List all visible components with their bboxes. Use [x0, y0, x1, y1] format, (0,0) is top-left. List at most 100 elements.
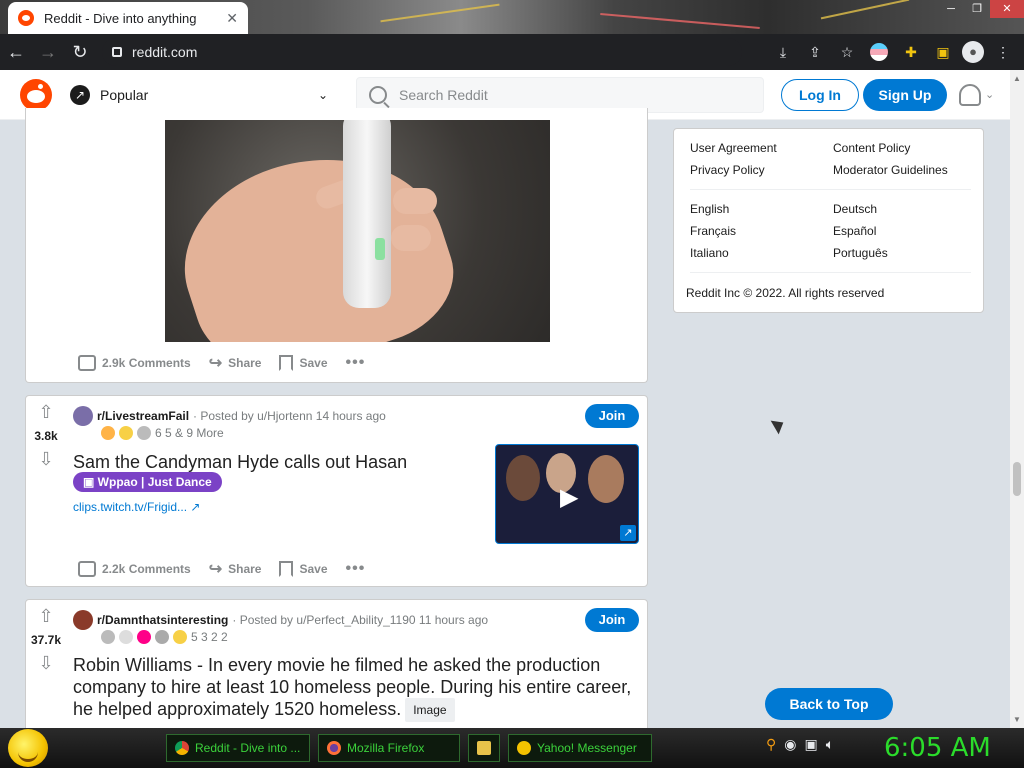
bookmark-icon	[279, 355, 294, 371]
language-french[interactable]: Français	[690, 220, 736, 242]
subreddit-link[interactable]: r/Damnthatsinteresting	[97, 613, 228, 627]
reload-icon[interactable]: ↻	[64, 36, 96, 68]
chevron-down-icon: ⌄	[985, 89, 995, 101]
upvote-arrow-icon[interactable]: ⇧	[26, 606, 66, 627]
scroll-up-icon[interactable]: ▲	[1013, 74, 1021, 83]
language-english[interactable]: English	[690, 198, 736, 220]
comments-button[interactable]: 2.2k Comments	[78, 561, 191, 577]
task-label: Reddit - Dive into ...	[195, 741, 301, 755]
vote-column: ⇧ 37.7k ⇩	[26, 600, 66, 674]
scroll-down-icon[interactable]: ▼	[1013, 715, 1021, 724]
bookmark-star-icon[interactable]: ☆	[834, 39, 860, 65]
maximize-icon[interactable]: ❐	[964, 0, 990, 18]
scrollbar-thumb[interactable]	[1013, 462, 1021, 496]
back-arrow-icon[interactable]: ←	[0, 36, 32, 68]
signup-button[interactable]: Sign Up	[863, 78, 947, 111]
search-tray-icon[interactable]: ⚲	[766, 736, 776, 753]
language-spanish[interactable]: Español	[833, 220, 888, 242]
post-flair[interactable]: ▣ Wppao | Just Dance	[73, 472, 222, 492]
minimize-icon[interactable]: ─	[938, 0, 964, 18]
post-meta: r/LivestreamFail · Posted by u/Hjortenn …	[73, 406, 386, 426]
post-awards[interactable]: 5 3 2 2	[101, 630, 228, 644]
window-controls: ─ ❐ ✕	[938, 0, 1024, 20]
post-actions: 2.2k Comments ↪ Share Save •••	[78, 559, 365, 579]
post-card[interactable]: ⇧ 3.8k ⇩ r/LivestreamFail · Posted by u/…	[25, 395, 648, 587]
profile-avatar-icon[interactable]: ●	[962, 41, 984, 63]
wholesome-award-icon	[119, 630, 133, 644]
network-icon[interactable]: ▣	[804, 736, 817, 753]
page-scrollbar[interactable]: ▲ ▼	[1010, 70, 1024, 728]
language-portuguese[interactable]: Português	[833, 242, 888, 264]
popular-arrow-icon: ↗	[70, 84, 90, 105]
search-placeholder: Search Reddit	[399, 86, 488, 103]
close-window-icon[interactable]: ✕	[990, 0, 1024, 18]
reddit-logo-icon[interactable]	[20, 78, 52, 111]
rocket-award-icon	[101, 426, 115, 440]
taskbar-item-folder[interactable]	[468, 734, 500, 762]
subreddit-link[interactable]: r/LivestreamFail	[97, 409, 189, 423]
taskbar-item-firefox[interactable]: Mozilla Firefox	[318, 734, 460, 762]
taskbar-item-chrome[interactable]: Reddit - Dive into ...	[166, 734, 310, 762]
forward-arrow-icon[interactable]: →	[32, 36, 64, 68]
taskbar-item-yahoo-messenger[interactable]: Yahoo! Messenger	[508, 734, 652, 762]
browser-menu-icon[interactable]: ⋮	[990, 39, 1016, 65]
content-policy-link[interactable]: Content Policy	[833, 137, 948, 159]
save-button[interactable]: Save	[279, 561, 328, 577]
subreddit-icon[interactable]	[73, 610, 93, 630]
privacy-policy-link[interactable]: Privacy Policy	[690, 159, 777, 181]
downvote-arrow-icon[interactable]: ⇩	[26, 653, 66, 674]
browser-tab-reddit[interactable]: Reddit - Dive into anything ✕	[8, 2, 248, 34]
subreddit-icon[interactable]	[73, 406, 93, 426]
copyright-text: Reddit Inc © 2022. All rights reserved	[686, 286, 885, 300]
share-button[interactable]: ↪ Share	[209, 353, 262, 373]
bookmark-icon	[279, 561, 294, 577]
external-link[interactable]: clips.twitch.tv/Frigid... ↗	[73, 500, 200, 514]
posted-by[interactable]: · Posted by u/Hjortenn 14 hours ago	[193, 409, 386, 423]
share-button[interactable]: ↪ Share	[209, 559, 262, 579]
login-button[interactable]: Log In	[781, 78, 859, 111]
taskbar-clock[interactable]: 6:05 AM	[884, 733, 991, 763]
close-tab-icon[interactable]: ✕	[226, 10, 238, 27]
thumbnail-person	[588, 455, 624, 503]
reddit-favicon-icon	[18, 10, 34, 26]
silver-award-icon	[137, 426, 151, 440]
side-panel-icon[interactable]: ▣	[930, 39, 956, 65]
extensions-puzzle-icon[interactable]: ✚	[898, 39, 924, 65]
post-card[interactable]: 2.9k Comments ↪ Share Save •••	[25, 108, 648, 383]
share-icon: ↪	[208, 355, 223, 372]
post-title[interactable]: Robin Williams - In every movie he filme…	[73, 654, 633, 723]
silver-award-icon	[101, 630, 115, 644]
language-italian[interactable]: Italiano	[690, 242, 736, 264]
image-pen	[343, 120, 391, 308]
extension-flag-icon[interactable]	[870, 43, 888, 61]
back-to-top-button[interactable]: Back to Top	[765, 688, 893, 720]
lock-icon	[112, 47, 122, 57]
join-button[interactable]: Join	[585, 608, 639, 632]
post-awards[interactable]: 6 5 & 9 More	[101, 426, 224, 440]
comments-button[interactable]: 2.9k Comments	[78, 355, 191, 371]
user-icon	[959, 83, 981, 106]
language-german[interactable]: Deutsch	[833, 198, 888, 220]
volume-icon[interactable]: 🔈︎	[826, 736, 834, 753]
save-label: Save	[299, 356, 328, 370]
post-image[interactable]	[165, 120, 550, 342]
wallpaper-scribble	[820, 0, 910, 20]
video-thumbnail[interactable]: ▶ ↗	[495, 444, 639, 544]
save-button[interactable]: Save	[279, 355, 328, 371]
user-agreement-link[interactable]: User Agreement	[690, 137, 777, 159]
start-button-smiley-icon[interactable]	[8, 729, 48, 767]
post-card[interactable]: ⇧ 37.7k ⇩ r/Damnthatsinteresting · Poste…	[25, 599, 648, 739]
post-title[interactable]: Sam the Candyman Hyde calls out Hasan	[73, 451, 407, 473]
moderator-guidelines-link[interactable]: Moderator Guidelines	[833, 159, 948, 181]
upvote-arrow-icon[interactable]: ⇧	[26, 402, 66, 423]
share-page-icon[interactable]: ⇪	[802, 39, 828, 65]
user-menu-dropdown[interactable]: ⌄	[959, 83, 995, 106]
install-app-icon[interactable]: ⤓	[770, 39, 796, 65]
join-button[interactable]: Join	[585, 404, 639, 428]
downvote-arrow-icon[interactable]: ⇩	[26, 449, 66, 470]
address-bar[interactable]: reddit.com	[102, 38, 742, 66]
more-options-icon[interactable]: •••	[346, 560, 366, 578]
posted-by[interactable]: · Posted by u/Perfect_Ability_1190 11 ho…	[232, 613, 488, 627]
status-tray-icon[interactable]: ◉	[784, 736, 796, 753]
more-options-icon[interactable]: •••	[346, 354, 366, 372]
